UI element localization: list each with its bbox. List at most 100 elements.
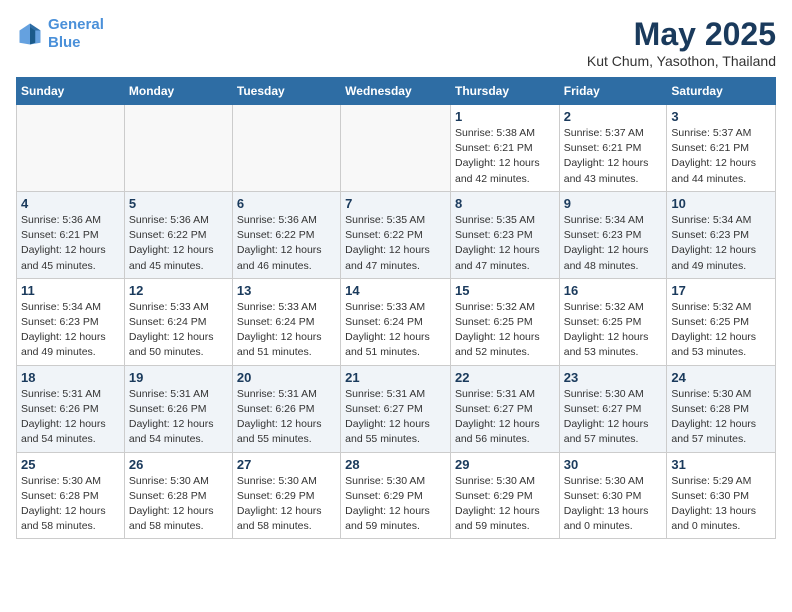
calendar-cell: 6Sunrise: 5:36 AM Sunset: 6:22 PM Daylig… <box>232 191 340 278</box>
calendar-cell: 2 Sunrise: 5:37 AM Sunset: 6:21 PM Daylig… <box>559 105 667 192</box>
calendar-cell <box>341 105 451 192</box>
day-info: Sunrise: 5:32 AM Sunset: 6:25 PM Dayligh… <box>671 300 771 361</box>
day-number: 8 <box>455 196 555 211</box>
day-number: 31 <box>671 457 771 472</box>
calendar-cell: 31 Sunrise: 5:29 AM Sunset: 6:30 PM Dayli… <box>667 452 776 539</box>
calendar-cell: 26Sunrise: 5:30 AM Sunset: 6:28 PM Dayli… <box>124 452 232 539</box>
day-number: 4 <box>21 196 120 211</box>
day-number: 9 <box>564 196 663 211</box>
day-info: Sunrise: 5:32 AM Sunset: 6:25 PM Dayligh… <box>564 300 663 361</box>
calendar-cell: 11Sunrise: 5:34 AM Sunset: 6:23 PM Dayli… <box>17 278 125 365</box>
day-number: 10 <box>671 196 771 211</box>
day-number: 23 <box>564 370 663 385</box>
day-number: 22 <box>455 370 555 385</box>
day-info: Sunrise: 5:37 AM Sunset: 6:21 PM Dayligh… <box>564 126 663 187</box>
weekday-header-saturday: Saturday <box>667 78 776 105</box>
day-info: Sunrise: 5:31 AM Sunset: 6:26 PM Dayligh… <box>129 387 228 448</box>
day-info: Sunrise: 5:34 AM Sunset: 6:23 PM Dayligh… <box>564 213 663 274</box>
day-info: Sunrise: 5:30 AM Sunset: 6:27 PM Dayligh… <box>564 387 663 448</box>
day-info: Sunrise: 5:30 AM Sunset: 6:29 PM Dayligh… <box>455 474 555 535</box>
day-number: 1 <box>455 109 555 124</box>
calendar-cell: 23 Sunrise: 5:30 AM Sunset: 6:27 PM Dayli… <box>559 365 667 452</box>
calendar-cell: 15 Sunrise: 5:32 AM Sunset: 6:25 PM Dayli… <box>450 278 559 365</box>
calendar-cell <box>124 105 232 192</box>
calendar-table: SundayMondayTuesdayWednesdayThursdayFrid… <box>16 77 776 539</box>
calendar-cell: 24Sunrise: 5:30 AM Sunset: 6:28 PM Dayli… <box>667 365 776 452</box>
day-info: Sunrise: 5:30 AM Sunset: 6:29 PM Dayligh… <box>345 474 446 535</box>
day-number: 16 <box>564 283 663 298</box>
day-number: 6 <box>237 196 336 211</box>
month-title: May 2025 <box>587 16 776 53</box>
calendar-cell: 8 Sunrise: 5:35 AM Sunset: 6:23 PM Daylig… <box>450 191 559 278</box>
day-info: Sunrise: 5:33 AM Sunset: 6:24 PM Dayligh… <box>345 300 446 361</box>
day-info: Sunrise: 5:35 AM Sunset: 6:23 PM Dayligh… <box>455 213 555 274</box>
day-info: Sunrise: 5:31 AM Sunset: 6:26 PM Dayligh… <box>237 387 336 448</box>
day-info: Sunrise: 5:30 AM Sunset: 6:30 PM Dayligh… <box>564 474 663 535</box>
day-info: Sunrise: 5:36 AM Sunset: 6:21 PM Dayligh… <box>21 213 120 274</box>
day-info: Sunrise: 5:33 AM Sunset: 6:24 PM Dayligh… <box>237 300 336 361</box>
calendar-cell: 29 Sunrise: 5:30 AM Sunset: 6:29 PM Dayli… <box>450 452 559 539</box>
day-info: Sunrise: 5:30 AM Sunset: 6:28 PM Dayligh… <box>21 474 120 535</box>
calendar-cell: 1 Sunrise: 5:38 AM Sunset: 6:21 PM Daylig… <box>450 105 559 192</box>
day-info: Sunrise: 5:30 AM Sunset: 6:28 PM Dayligh… <box>129 474 228 535</box>
day-info: Sunrise: 5:33 AM Sunset: 6:24 PM Dayligh… <box>129 300 228 361</box>
calendar-week-5: 25 Sunrise: 5:30 AM Sunset: 6:28 PM Dayli… <box>17 452 776 539</box>
calendar-cell <box>232 105 340 192</box>
day-number: 7 <box>345 196 446 211</box>
day-info: Sunrise: 5:35 AM Sunset: 6:22 PM Dayligh… <box>345 213 446 274</box>
day-number: 19 <box>129 370 228 385</box>
calendar-week-1: 1 Sunrise: 5:38 AM Sunset: 6:21 PM Daylig… <box>17 105 776 192</box>
day-number: 15 <box>455 283 555 298</box>
day-number: 30 <box>564 457 663 472</box>
calendar-cell: 5 Sunrise: 5:36 AM Sunset: 6:22 PM Daylig… <box>124 191 232 278</box>
day-number: 28 <box>345 457 446 472</box>
calendar-cell: 21 Sunrise: 5:31 AM Sunset: 6:27 PM Dayli… <box>341 365 451 452</box>
day-number: 2 <box>564 109 663 124</box>
day-number: 12 <box>129 283 228 298</box>
weekday-header-thursday: Thursday <box>450 78 559 105</box>
calendar-week-3: 11Sunrise: 5:34 AM Sunset: 6:23 PM Dayli… <box>17 278 776 365</box>
location-subtitle: Kut Chum, Yasothon, Thailand <box>587 53 776 69</box>
calendar-cell: 14 Sunrise: 5:33 AM Sunset: 6:24 PM Dayli… <box>341 278 451 365</box>
day-number: 24 <box>671 370 771 385</box>
day-info: Sunrise: 5:30 AM Sunset: 6:29 PM Dayligh… <box>237 474 336 535</box>
day-number: 21 <box>345 370 446 385</box>
day-info: Sunrise: 5:31 AM Sunset: 6:27 PM Dayligh… <box>455 387 555 448</box>
day-number: 25 <box>21 457 120 472</box>
calendar-cell: 12 Sunrise: 5:33 AM Sunset: 6:24 PM Dayli… <box>124 278 232 365</box>
day-info: Sunrise: 5:37 AM Sunset: 6:21 PM Dayligh… <box>671 126 771 187</box>
calendar-cell: 20Sunrise: 5:31 AM Sunset: 6:26 PM Dayli… <box>232 365 340 452</box>
calendar-cell: 22 Sunrise: 5:31 AM Sunset: 6:27 PM Dayli… <box>450 365 559 452</box>
calendar-cell: 9 Sunrise: 5:34 AM Sunset: 6:23 PM Daylig… <box>559 191 667 278</box>
calendar-cell: 3 Sunrise: 5:37 AM Sunset: 6:21 PM Daylig… <box>667 105 776 192</box>
day-number: 18 <box>21 370 120 385</box>
calendar-week-2: 4 Sunrise: 5:36 AM Sunset: 6:21 PM Daylig… <box>17 191 776 278</box>
day-info: Sunrise: 5:34 AM Sunset: 6:23 PM Dayligh… <box>671 213 771 274</box>
weekday-header-friday: Friday <box>559 78 667 105</box>
day-number: 29 <box>455 457 555 472</box>
calendar-cell: 25 Sunrise: 5:30 AM Sunset: 6:28 PM Dayli… <box>17 452 125 539</box>
day-number: 5 <box>129 196 228 211</box>
day-number: 14 <box>345 283 446 298</box>
calendar-cell: 16 Sunrise: 5:32 AM Sunset: 6:25 PM Dayli… <box>559 278 667 365</box>
day-info: Sunrise: 5:31 AM Sunset: 6:27 PM Dayligh… <box>345 387 446 448</box>
day-number: 3 <box>671 109 771 124</box>
day-info: Sunrise: 5:32 AM Sunset: 6:25 PM Dayligh… <box>455 300 555 361</box>
calendar-cell: 10 Sunrise: 5:34 AM Sunset: 6:23 PM Dayli… <box>667 191 776 278</box>
weekday-header-tuesday: Tuesday <box>232 78 340 105</box>
calendar-cell: 18 Sunrise: 5:31 AM Sunset: 6:26 PM Dayli… <box>17 365 125 452</box>
day-number: 11 <box>21 283 120 298</box>
calendar-cell: 28 Sunrise: 5:30 AM Sunset: 6:29 PM Dayli… <box>341 452 451 539</box>
title-block: May 2025 Kut Chum, Yasothon, Thailand <box>587 16 776 69</box>
day-info: Sunrise: 5:31 AM Sunset: 6:26 PM Dayligh… <box>21 387 120 448</box>
day-info: Sunrise: 5:36 AM Sunset: 6:22 PM Dayligh… <box>129 213 228 274</box>
calendar-cell: 17Sunrise: 5:32 AM Sunset: 6:25 PM Dayli… <box>667 278 776 365</box>
day-info: Sunrise: 5:29 AM Sunset: 6:30 PM Dayligh… <box>671 474 771 535</box>
calendar-cell: 4 Sunrise: 5:36 AM Sunset: 6:21 PM Daylig… <box>17 191 125 278</box>
logo: General Blue <box>16 16 104 52</box>
day-number: 13 <box>237 283 336 298</box>
logo-icon <box>16 20 44 48</box>
calendar-week-4: 18 Sunrise: 5:31 AM Sunset: 6:26 PM Dayli… <box>17 365 776 452</box>
day-info: Sunrise: 5:38 AM Sunset: 6:21 PM Dayligh… <box>455 126 555 187</box>
calendar-cell: 27Sunrise: 5:30 AM Sunset: 6:29 PM Dayli… <box>232 452 340 539</box>
